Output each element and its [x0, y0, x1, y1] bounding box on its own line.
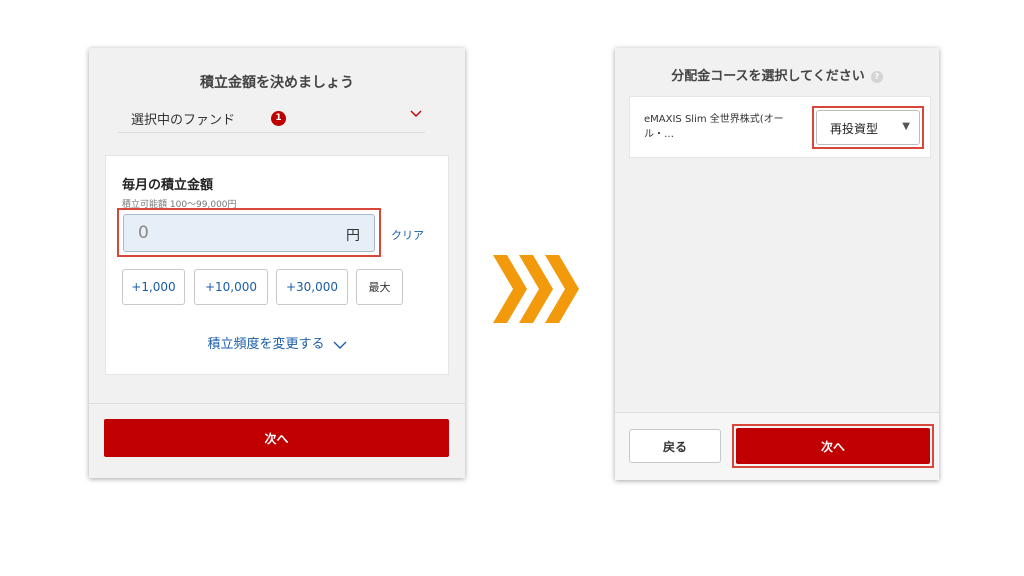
chevron-down-icon [333, 341, 346, 349]
selected-fund-dropdown[interactable]: 選択中のファンド 1 [118, 103, 425, 133]
distribution-course-screen: 分配金コースを選択してください? eMAXIS Slim 全世界株式(オール・…… [615, 48, 939, 480]
triple-chevron-right-arrow-icon [493, 255, 579, 323]
chevron-down-icon[interactable] [409, 107, 423, 121]
footer-divider [89, 403, 465, 404]
fund-name: eMAXIS Slim 全世界株式(オール・… [644, 114, 784, 140]
add-1000-button[interactable]: +1,000 [122, 269, 185, 305]
selected-fund-label: 選択中のファンド [131, 113, 236, 128]
caret-down-icon: ▼ [902, 121, 910, 132]
fund-course-row: eMAXIS Slim 全世界株式(オール・… 再投資型 ▼ [629, 96, 931, 158]
page-title-text: 分配金コースを選択してください [671, 69, 865, 84]
clear-link[interactable]: クリア [391, 227, 424, 243]
page-title: 分配金コースを選択してください? [615, 65, 939, 84]
monthly-amount-title: 毎月の積立金額 [122, 178, 214, 193]
change-frequency-label: 積立頻度を変更する [207, 337, 325, 352]
add-10000-button[interactable]: +10,000 [194, 269, 268, 305]
max-amount-button[interactable]: 最大 [356, 269, 403, 305]
back-button[interactable]: 戻る [629, 429, 721, 463]
change-frequency-link[interactable]: 積立頻度を変更する [106, 333, 448, 352]
page-title: 積立金額を決めましょう [200, 75, 354, 91]
amount-setup-screen: 積立金額を決めましょう 選択中のファンド 1 毎月の積立金額 積立可能額 100… [89, 48, 465, 478]
add-30000-button[interactable]: +30,000 [276, 269, 348, 305]
amount-unit: 円 [346, 228, 360, 244]
amount-value: 0 [138, 223, 149, 243]
next-button[interactable]: 次へ [104, 419, 449, 457]
monthly-amount-card: 毎月の積立金額 積立可能額 100〜99,000円 0 円 クリア +1,000… [105, 155, 449, 375]
distribution-course-select[interactable]: 再投資型 ▼ [816, 110, 920, 145]
selected-fund-count-badge: 1 [271, 111, 286, 126]
next-button[interactable]: 次へ [736, 428, 930, 464]
course-selected-value: 再投資型 [830, 122, 879, 136]
help-icon[interactable]: ? [870, 71, 883, 83]
monthly-amount-input[interactable]: 0 円 [123, 214, 375, 252]
